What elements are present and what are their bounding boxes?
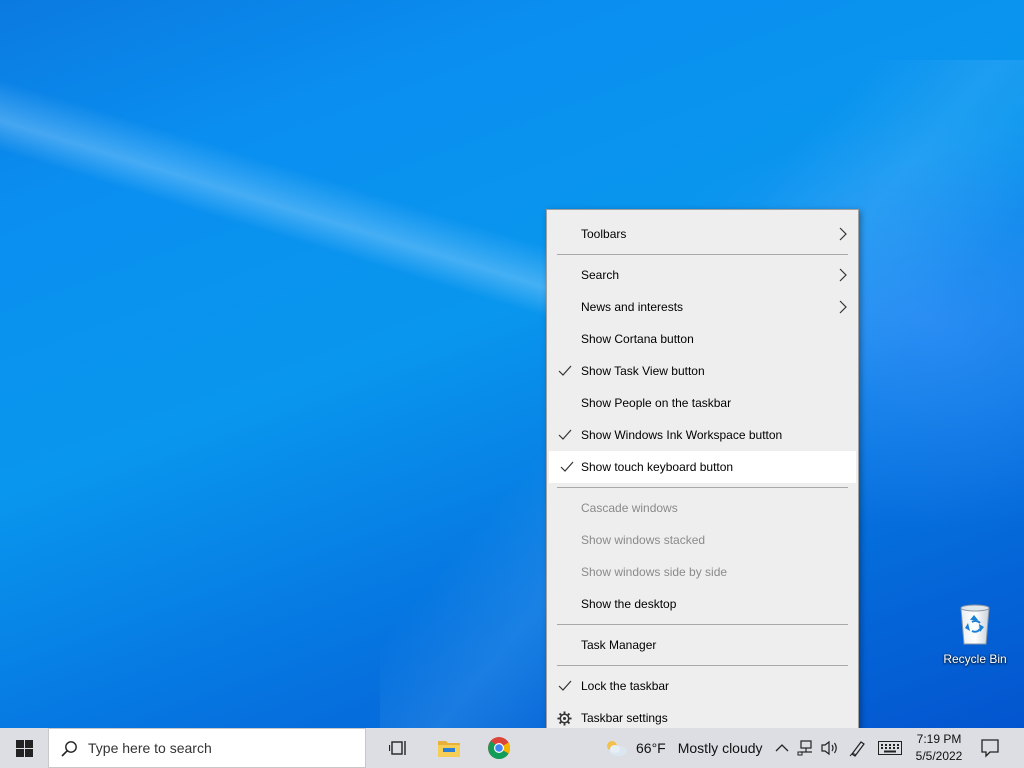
recycle-bin-label: Recycle Bin <box>943 652 1007 666</box>
action-center-button[interactable] <box>980 738 1002 758</box>
menu-item-show-windows-ink-workspace[interactable]: Show Windows Ink Workspace button <box>547 419 858 451</box>
menu-separator <box>557 665 848 666</box>
checkmark-icon <box>558 365 572 376</box>
keyboard-icon <box>878 741 902 755</box>
menu-item-task-manager[interactable]: Task Manager <box>547 629 858 661</box>
menu-separator <box>557 487 848 488</box>
desktop[interactable]: Recycle Bin <box>0 0 1024 728</box>
chrome-icon <box>488 737 510 759</box>
clock-time: 7:19 PM <box>916 732 962 746</box>
menu-separator <box>557 254 848 255</box>
menu-item-show-task-view-button[interactable]: Show Task View button <box>547 355 858 387</box>
search-placeholder: Type here to search <box>88 740 212 756</box>
menu-item-search[interactable]: Search <box>547 259 858 291</box>
taskbar-clock[interactable]: 7:19 PM 5/5/2022 <box>908 731 970 765</box>
menu-item-show-people[interactable]: Show People on the taskbar <box>547 387 858 419</box>
start-button[interactable] <box>0 728 48 768</box>
gear-icon <box>557 711 572 726</box>
weather-temperature: 66°F <box>636 740 666 756</box>
menu-item-label: Show the desktop <box>581 597 677 611</box>
folder-icon <box>438 741 460 757</box>
recycle-bin-shortcut[interactable]: Recycle Bin <box>939 598 1011 670</box>
taskbar-context-menu: Toolbars Search News and interests Show … <box>546 209 859 742</box>
recycle-bin-icon <box>957 602 993 646</box>
taskbar-search-box[interactable]: Type here to search <box>48 728 366 768</box>
search-icon <box>61 740 77 757</box>
menu-item-label: Show People on the taskbar <box>581 396 732 410</box>
menu-item-show-the-desktop[interactable]: Show the desktop <box>547 588 858 620</box>
menu-item-label: News and interests <box>581 300 684 314</box>
menu-item-show-cortana-button[interactable]: Show Cortana button <box>547 323 858 355</box>
pen-icon <box>849 741 865 757</box>
menu-item-label: Cascade windows <box>581 501 678 515</box>
menu-item-label: Show windows side by side <box>581 565 728 579</box>
notification-icon <box>981 739 999 758</box>
task-view-icon <box>389 741 406 755</box>
menu-item-label: Task Manager <box>581 638 657 652</box>
network-button[interactable] <box>796 738 816 758</box>
menu-item-label: Show Windows Ink Workspace button <box>581 428 783 442</box>
menu-item-label: Taskbar settings <box>581 711 668 725</box>
file-explorer-button[interactable] <box>424 728 474 768</box>
touch-keyboard-button[interactable] <box>878 738 902 758</box>
partly-cloudy-icon <box>607 741 627 756</box>
checkmark-icon <box>560 461 574 472</box>
windows-logo-icon <box>15 739 33 757</box>
menu-item-lock-the-taskbar[interactable]: Lock the taskbar <box>547 670 858 702</box>
chrome-button[interactable] <box>474 728 524 768</box>
windows-ink-button[interactable] <box>848 738 868 758</box>
taskbar[interactable]: Type here to search 66°F Mostly cloudy 7… <box>0 728 1024 768</box>
menu-item-cascade-windows: Cascade windows <box>547 492 858 524</box>
menu-item-label: Show Cortana button <box>581 332 694 346</box>
menu-item-label: Show windows stacked <box>581 533 706 547</box>
menu-item-label: Search <box>581 268 620 282</box>
clock-date: 5/5/2022 <box>915 749 963 763</box>
task-view-button[interactable] <box>374 728 424 768</box>
menu-separator <box>557 624 848 625</box>
menu-item-show-windows-stacked: Show windows stacked <box>547 524 858 556</box>
chevron-up-icon <box>775 744 789 752</box>
menu-item-toolbars[interactable]: Toolbars <box>547 218 858 250</box>
chevron-right-icon <box>839 300 847 314</box>
volume-button[interactable] <box>820 738 840 758</box>
checkmark-icon <box>558 680 572 691</box>
network-icon <box>797 740 812 756</box>
menu-item-label: Lock the taskbar <box>581 679 670 693</box>
menu-item-show-touch-keyboard[interactable]: Show touch keyboard button <box>549 451 856 483</box>
weather-widget[interactable]: 66°F Mostly cloudy <box>604 728 763 768</box>
chevron-right-icon <box>839 268 847 282</box>
chevron-right-icon <box>839 227 847 241</box>
checkmark-icon <box>558 429 572 440</box>
menu-item-label: Show Task View button <box>581 364 705 378</box>
weather-condition: Mostly cloudy <box>677 740 763 756</box>
menu-item-label: Toolbars <box>581 227 627 241</box>
show-hidden-icons-button[interactable] <box>772 738 792 758</box>
menu-item-show-windows-side-by-side: Show windows side by side <box>547 556 858 588</box>
menu-item-news-and-interests[interactable]: News and interests <box>547 291 858 323</box>
menu-item-label: Show touch keyboard button <box>581 460 734 474</box>
volume-icon <box>821 740 837 756</box>
